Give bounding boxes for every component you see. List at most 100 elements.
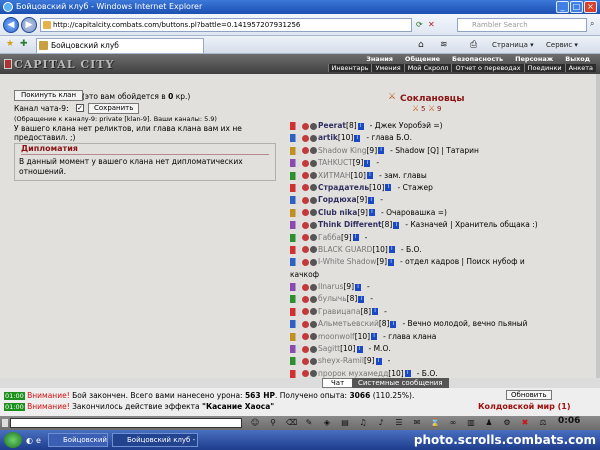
subnav-transfer-report[interactable]: Отчет о переводах bbox=[451, 64, 524, 72]
member-name[interactable]: moonwolf bbox=[318, 332, 355, 341]
palette-icon[interactable]: ◈ bbox=[322, 418, 332, 428]
settings-icon[interactable]: ⚙ bbox=[502, 418, 512, 428]
subnav-profile[interactable]: Анкета bbox=[564, 64, 596, 72]
nav-exit[interactable]: Выход bbox=[559, 55, 596, 63]
tab-chat[interactable]: Чат bbox=[322, 378, 354, 388]
member-name[interactable]: Гравицапа bbox=[318, 307, 360, 316]
member-info-icon[interactable]: i bbox=[352, 234, 359, 242]
search-input[interactable]: Rambler Search bbox=[457, 18, 587, 32]
stop-icon[interactable]: ✕ bbox=[428, 20, 435, 29]
member-name[interactable]: ХИТМАН bbox=[318, 171, 351, 180]
paper-icon[interactable]: ✉ bbox=[412, 418, 422, 428]
nav-communication[interactable]: Общение bbox=[399, 55, 446, 63]
member-info-icon[interactable]: i bbox=[354, 134, 361, 142]
leave-clan-button[interactable]: Покинуть клан bbox=[14, 90, 84, 101]
clear-icon[interactable]: ⌫ bbox=[286, 418, 297, 428]
refresh-button[interactable]: Обновить bbox=[506, 390, 552, 400]
music-icon[interactable]: ♫ bbox=[358, 418, 368, 428]
member-name[interactable]: Гордюха bbox=[318, 195, 357, 204]
member-name[interactable]: Sagitt bbox=[318, 344, 340, 353]
start-button[interactable] bbox=[4, 432, 22, 448]
tab-active[interactable]: Бойцовский клуб bbox=[36, 38, 204, 53]
person-icon[interactable]: ♟ bbox=[484, 418, 494, 428]
service-menu[interactable]: Сервис ▾ bbox=[546, 39, 578, 51]
member-info-icon[interactable]: i bbox=[356, 345, 363, 353]
member-info-icon[interactable]: i bbox=[355, 283, 362, 291]
member-name[interactable]: sheyx-Ramil bbox=[318, 356, 364, 365]
world-name[interactable]: Колдовской мир (1) bbox=[478, 402, 571, 411]
friends-icon[interactable]: ☰ bbox=[394, 418, 404, 428]
member-name[interactable]: Think Different bbox=[318, 220, 382, 229]
tab-system-messages[interactable]: Системные сообщения bbox=[352, 378, 449, 388]
member-info-icon[interactable]: i bbox=[393, 221, 400, 229]
chat-mode-icon[interactable]: ▤ bbox=[340, 418, 350, 428]
member-info-icon[interactable]: i bbox=[368, 196, 375, 204]
add-favorites-icon[interactable]: ✚ bbox=[20, 39, 28, 49]
member-info-icon[interactable]: i bbox=[366, 172, 373, 180]
scales-icon[interactable]: ⚖ bbox=[538, 418, 548, 428]
member-info-icon[interactable]: i bbox=[388, 258, 395, 266]
nav-character[interactable]: Персонаж bbox=[509, 55, 559, 63]
scroll-icon[interactable]: ⌛ bbox=[430, 418, 440, 428]
nav-knowledge[interactable]: Знания bbox=[360, 55, 399, 63]
exit-chat-icon[interactable]: ✖ bbox=[520, 418, 530, 428]
smiley-icon[interactable]: ☺ bbox=[250, 418, 260, 428]
member-name[interactable]: пророк мухамедд bbox=[318, 369, 388, 378]
member-name[interactable]: BLACK GUARD bbox=[318, 245, 372, 254]
member-name[interactable]: булычь bbox=[318, 294, 347, 303]
member-name[interactable]: Peerat bbox=[318, 121, 346, 130]
taskbar-window-1[interactable]: Бойцовский клуб - Wi... bbox=[48, 433, 108, 447]
save-button[interactable]: Сохранить bbox=[88, 103, 140, 114]
page-scrollbar[interactable] bbox=[596, 74, 600, 378]
member-info-icon[interactable]: i bbox=[378, 147, 385, 155]
member-name[interactable]: Ilnarus bbox=[318, 282, 343, 291]
member-info-icon[interactable]: i bbox=[357, 122, 364, 130]
forward-button[interactable]: ▶ bbox=[21, 17, 37, 33]
member-info-icon[interactable]: i bbox=[372, 308, 379, 316]
print-icon[interactable]: ⎙ bbox=[470, 39, 477, 51]
member-info-icon[interactable]: i bbox=[375, 357, 382, 365]
subnav-my-scroll[interactable]: Мой Скролл bbox=[403, 64, 452, 72]
member-info-icon[interactable]: i bbox=[371, 333, 378, 341]
glasses-icon[interactable]: ∞ bbox=[448, 418, 458, 428]
member-name[interactable]: I-White Shadow bbox=[318, 257, 376, 266]
quicklaunch-ie-icon[interactable]: e bbox=[36, 436, 41, 445]
nav-security[interactable]: Безопасность bbox=[446, 55, 509, 63]
maximize-button[interactable]: □ bbox=[570, 1, 583, 13]
member-name[interactable]: Shadow King bbox=[318, 146, 367, 155]
member-name[interactable]: artik bbox=[318, 133, 338, 142]
back-button[interactable]: ◀ bbox=[3, 17, 19, 33]
minimize-button[interactable]: _ bbox=[556, 1, 569, 13]
member-info-icon[interactable]: i bbox=[404, 370, 411, 378]
filter-icon[interactable]: ⚲ bbox=[268, 418, 278, 428]
subnav-skills[interactable]: Умения bbox=[371, 64, 404, 72]
search-icon[interactable]: ⌕ bbox=[590, 19, 594, 29]
quicklaunch-icon[interactable]: ◐ bbox=[26, 436, 33, 445]
home-icon[interactable]: ⌂ bbox=[418, 39, 424, 51]
url-input[interactable]: http://capitalcity.combats.com/buttons.p… bbox=[40, 18, 412, 32]
translit-icon[interactable]: ✎ bbox=[304, 418, 314, 428]
member-info-icon[interactable]: i bbox=[364, 159, 371, 167]
member-name[interactable]: TAHKUCT bbox=[318, 158, 353, 167]
member-info-icon[interactable]: i bbox=[358, 295, 365, 303]
member-info-icon[interactable]: i bbox=[388, 246, 395, 254]
page-menu[interactable]: Страница ▾ bbox=[492, 39, 534, 51]
member-name[interactable]: Club nika bbox=[318, 208, 357, 217]
member-name[interactable]: Габба bbox=[318, 233, 341, 242]
chat-channel-checkbox[interactable]: ✓ bbox=[76, 104, 84, 112]
member-name[interactable]: Альметьевский bbox=[318, 319, 379, 328]
member-name[interactable]: Страдатель bbox=[318, 183, 369, 192]
close-button[interactable]: × bbox=[584, 1, 597, 13]
member-info-icon[interactable]: i bbox=[390, 320, 397, 328]
book-icon[interactable]: ▥ bbox=[466, 418, 476, 428]
member-info-icon[interactable]: i bbox=[368, 209, 375, 217]
feeds-icon[interactable]: ≋ bbox=[440, 39, 448, 51]
subnav-fights[interactable]: Поединки bbox=[523, 64, 565, 72]
subnav-inventory[interactable]: Инвентарь bbox=[327, 64, 372, 72]
refresh-icon[interactable]: ⟳ bbox=[416, 20, 423, 29]
favorites-star-icon[interactable]: ★ bbox=[6, 39, 14, 49]
taskbar-window-2[interactable]: Бойцовский клуб - Wi... bbox=[112, 433, 198, 447]
chat-input[interactable] bbox=[10, 418, 242, 428]
member-info-icon[interactable]: i bbox=[385, 184, 392, 192]
speaker-icon[interactable]: ♪ bbox=[376, 418, 386, 428]
